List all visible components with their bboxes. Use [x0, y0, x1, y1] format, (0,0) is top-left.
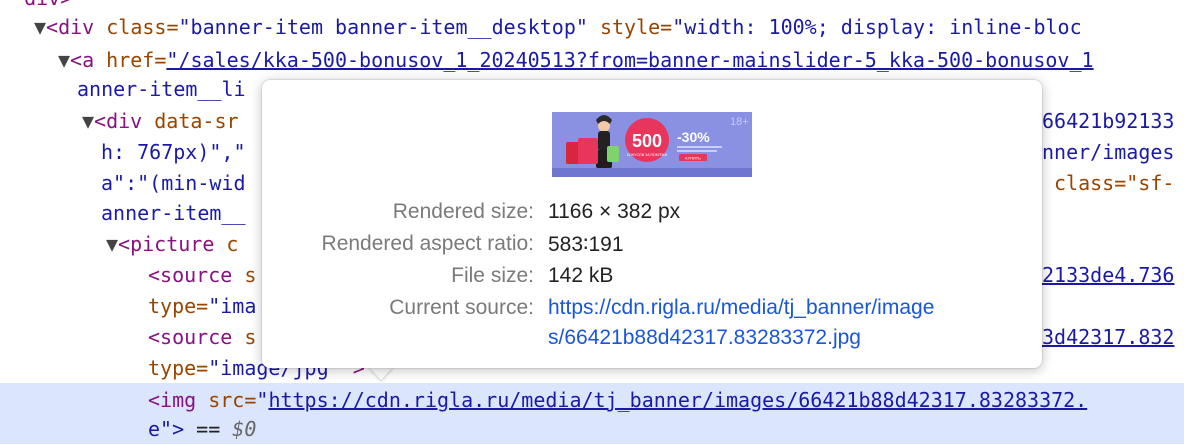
- current-source-link[interactable]: https://cdn.rigla.ru/media/tj_banner/ima…: [548, 296, 934, 320]
- dom-line-source[interactable]: <source s: [148, 322, 256, 353]
- dom-line-img-selected[interactable]: <img src="https://cdn.rigla.ru/media/tj_…: [148, 385, 1087, 416]
- attr-name: type=: [148, 294, 209, 318]
- expand-arrow-icon[interactable]: ▼: [106, 232, 118, 256]
- dom-line-fragment: 3d42317.832: [1042, 322, 1174, 353]
- attr-name: type=: [148, 356, 209, 380]
- info-row-current-source: Current source: https://cdn.rigla.ru/med…: [262, 296, 1042, 328]
- attr-value: 3d42317.832: [1042, 325, 1175, 349]
- attr-value: e">: [148, 417, 185, 441]
- attr-name: s: [232, 325, 257, 349]
- expand-arrow-icon[interactable]: ▼: [58, 48, 70, 72]
- console-ref: $0: [232, 417, 257, 441]
- tag-name: <div: [46, 15, 95, 39]
- info-value: 142 kB: [548, 264, 614, 287]
- expand-arrow-icon[interactable]: ▼: [34, 15, 46, 39]
- info-key: Current source:: [389, 296, 534, 319]
- tag-name: <a: [70, 48, 95, 72]
- sub-text: БОНУСОВ ЗА ПОКУПКИ: [627, 153, 668, 157]
- dom-line-picture[interactable]: ▼<picture c: [106, 229, 238, 260]
- info-row-rendered-size: Rendered size: 1166 × 382 px: [262, 200, 1042, 232]
- attr-value: a":"(min-wid: [101, 171, 246, 195]
- info-key: Rendered aspect ratio:: [321, 232, 534, 255]
- tag-name: <source: [148, 263, 233, 287]
- dom-line-source[interactable]: <source s: [148, 260, 256, 291]
- img-src-link[interactable]: https://cdn.rigla.ru/media/tj_banner/ima…: [268, 388, 1087, 412]
- tag-name: div>: [24, 0, 72, 10]
- attr-name: c: [214, 232, 239, 256]
- info-row-current-source-cont: s/66421b88d42317.83283372.jpg: [262, 326, 1042, 358]
- attr-value: "width: 100%; display: inline-bloc: [672, 15, 1082, 39]
- info-value: 583∶191: [548, 233, 624, 256]
- age-text: 18+: [730, 116, 749, 128]
- tag-name: <picture: [118, 232, 215, 256]
- buy-button-text: КУПИТЬ: [685, 156, 701, 161]
- attr-value: 2133de4.736: [1042, 263, 1175, 287]
- info-key: File size:: [451, 264, 534, 287]
- attr-name: href=: [94, 48, 167, 72]
- attr-name: s: [232, 263, 257, 287]
- equals-marker: ==: [184, 417, 233, 441]
- dom-line-type: type="ima: [148, 291, 256, 322]
- attr-name: class=: [94, 15, 179, 39]
- attr-value: anner-item__: [101, 201, 246, 225]
- info-row-aspect-ratio: Rendered aspect ratio: 583∶191: [262, 232, 1042, 264]
- attr-value: "banner-item banner-item__desktop": [178, 15, 588, 39]
- attr-name: style=: [587, 15, 673, 39]
- expand-arrow-icon[interactable]: ▼: [82, 109, 94, 133]
- dom-line-fragment: class="sf-: [1054, 168, 1174, 199]
- dom-line-fragment: 66421b92133: [1042, 106, 1174, 137]
- tag-name: <img: [148, 388, 197, 412]
- info-key: Rendered size:: [392, 200, 534, 223]
- attr-name: src=: [196, 388, 257, 412]
- attr-value: 66421b92133: [1042, 109, 1175, 133]
- attr-value: class="sf-: [1054, 171, 1175, 195]
- dom-line-data-div[interactable]: ▼<div data-sr: [82, 106, 239, 137]
- dom-line-media-query: h: 767px)",": [101, 137, 246, 168]
- attr-value: nner/images: [1042, 140, 1175, 164]
- tag-name: <div: [94, 109, 143, 133]
- dom-line-fragment: 2133de4.736: [1042, 260, 1174, 291]
- dom-line-anchor-wrap: anner-item__li: [77, 74, 246, 105]
- dom-line-img-end: e"> == $0: [148, 414, 256, 445]
- current-source-link-cont[interactable]: s/66421b88d42317.83283372.jpg: [548, 326, 861, 350]
- dom-line-anchor[interactable]: ▼<a href="/sales/kka-500-bonusov_1_20240…: [58, 45, 1094, 76]
- banner-art: 500 БОНУСОВ ЗА ПОКУПКИ -30% КУПИТЬ 18+: [552, 112, 752, 177]
- big-number-text: 500: [632, 131, 662, 151]
- discount-text: -30%: [677, 129, 710, 145]
- attr-value: h: 767px)",": [101, 140, 246, 164]
- tag-name: <source: [148, 325, 233, 349]
- dom-line-fragment: nner/images: [1042, 137, 1174, 168]
- tooltip-arrow: [368, 366, 394, 380]
- attr-value: "ima: [208, 294, 257, 318]
- info-value: 1166 × 382 px: [548, 200, 681, 223]
- attr-name: data-sr: [142, 109, 239, 133]
- banner-thumbnail: 500 БОНУСОВ ЗА ПОКУПКИ -30% КУПИТЬ 18+: [552, 112, 752, 177]
- dom-line-banner-item-div[interactable]: ▼<div class="banner-item banner-item__de…: [34, 12, 1082, 43]
- attr-value: ": [256, 388, 269, 412]
- dom-line-media-query: a":"(min-wid: [101, 168, 246, 199]
- attr-value: anner-item__li: [77, 77, 246, 101]
- href-link[interactable]: "/sales/kka-500-bonusov_1_20240513?from=…: [166, 48, 1093, 72]
- dom-line-class: anner-item__: [101, 198, 246, 229]
- image-info-tooltip: 500 БОНУСОВ ЗА ПОКУПКИ -30% КУПИТЬ 18+ R…: [262, 80, 1042, 368]
- info-row-file-size: File size: 142 kB: [262, 264, 1042, 296]
